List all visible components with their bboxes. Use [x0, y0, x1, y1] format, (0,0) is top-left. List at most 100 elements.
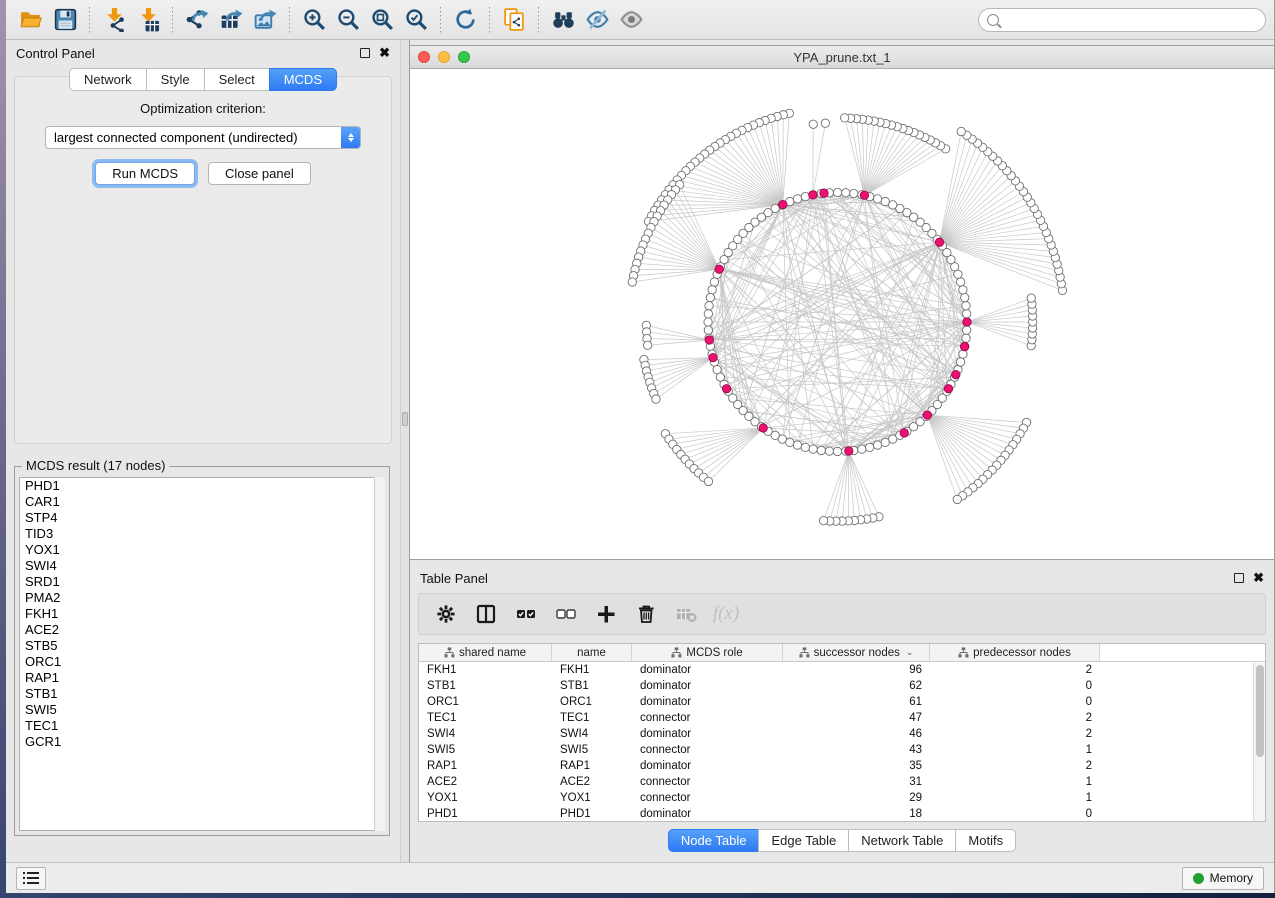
hide-selected-button[interactable] — [580, 4, 614, 36]
table-row[interactable]: ACE2ACE2connector311 — [419, 774, 1265, 790]
search-box[interactable] — [978, 8, 1266, 32]
save-session-button[interactable] — [48, 4, 82, 36]
select-all-button[interactable] — [513, 601, 539, 627]
cell-name: RAP1 — [552, 758, 632, 774]
table-row[interactable]: ORC1ORC1dominator610 — [419, 694, 1265, 710]
mcds-result-item[interactable]: STP4 — [20, 510, 384, 526]
show-columns-button[interactable] — [473, 601, 499, 627]
column-header-role[interactable]: MCDS role — [632, 644, 783, 661]
mcds-list-scrollbar[interactable] — [374, 477, 385, 831]
table-panel-titlebar: Table Panel ✖ — [410, 565, 1274, 591]
import-network-button[interactable] — [97, 4, 131, 36]
mcds-result-item[interactable]: YOX1 — [20, 542, 384, 558]
tab-select[interactable]: Select — [204, 68, 269, 91]
delete-column-button[interactable] — [633, 601, 659, 627]
optimization-criterion-select[interactable]: largest connected component (undirected) — [45, 126, 361, 149]
column-header-name[interactable]: name — [552, 644, 632, 661]
mcds-result-item[interactable]: GCR1 — [20, 734, 384, 750]
new-network-from-selection-button[interactable] — [497, 4, 531, 36]
export-network-button[interactable] — [180, 4, 214, 36]
mcds-result-item[interactable]: SWI5 — [20, 702, 384, 718]
search-input[interactable] — [1004, 13, 1257, 27]
table-scrollbar-thumb[interactable] — [1256, 665, 1264, 757]
mcds-result-group: MCDS result (17 nodes) PHD1CAR1STP4TID3Y… — [14, 460, 390, 836]
cell-successors: 43 — [783, 742, 930, 758]
cell-predecessors: 1 — [930, 742, 1100, 758]
export-table-button[interactable] — [214, 4, 248, 36]
deselect-all-button[interactable] — [553, 601, 579, 627]
zoom-fit-button[interactable] — [365, 4, 399, 36]
cell-role: connector — [632, 774, 783, 790]
mcds-result-item[interactable]: RAP1 — [20, 670, 384, 686]
create-column-button[interactable] — [593, 601, 619, 627]
table-row[interactable]: SWI5SWI5connector431 — [419, 742, 1265, 758]
mcds-result-item[interactable]: PHD1 — [20, 478, 384, 494]
reload-button[interactable] — [448, 4, 482, 36]
tab-network[interactable]: Network — [69, 68, 146, 91]
vertical-splitter[interactable] — [400, 40, 410, 862]
cell-successors: 47 — [783, 710, 930, 726]
float-panel-icon[interactable] — [360, 48, 370, 58]
optimization-criterion-label: Optimization criterion: — [15, 101, 391, 116]
mcds-result-item[interactable]: FKH1 — [20, 606, 384, 622]
column-header-successors[interactable]: successor nodes⌄ — [783, 644, 930, 661]
mcds-result-item[interactable]: CAR1 — [20, 494, 384, 510]
function-builder-button: f(x) — [713, 601, 739, 627]
cell-name: PHD1 — [552, 806, 632, 822]
mcds-result-item[interactable]: SRD1 — [20, 574, 384, 590]
network-window-titlebar: YPA_prune.txt_1 — [410, 46, 1274, 69]
open-file-button[interactable] — [14, 4, 48, 36]
table-row[interactable]: TEC1TEC1connector472 — [419, 710, 1265, 726]
cell-role: dominator — [632, 678, 783, 694]
close-table-panel-icon[interactable]: ✖ — [1253, 573, 1264, 583]
table-row[interactable]: FKH1FKH1dominator962 — [419, 662, 1265, 678]
zoom-out-button[interactable] — [331, 4, 365, 36]
network-canvas[interactable] — [410, 69, 1274, 559]
tab-motifs[interactable]: Motifs — [955, 829, 1016, 852]
zoom-selected-button[interactable] — [399, 4, 433, 36]
mcds-result-item[interactable]: TID3 — [20, 526, 384, 542]
mcds-result-item[interactable]: TEC1 — [20, 718, 384, 734]
memory-button[interactable]: Memory — [1182, 867, 1264, 890]
table-row[interactable]: STB1STB1dominator620 — [419, 678, 1265, 694]
table-scrollbar[interactable] — [1253, 663, 1265, 821]
tab-edge-table[interactable]: Edge Table — [758, 829, 848, 852]
zoom-in-button[interactable] — [297, 4, 331, 36]
zoom-in-icon — [302, 7, 327, 32]
mcds-result-item[interactable]: SWI4 — [20, 558, 384, 574]
task-history-button[interactable] — [16, 867, 46, 890]
select-all-icon — [515, 603, 537, 625]
export-image-button[interactable] — [248, 4, 282, 36]
splitter-grip[interactable] — [402, 412, 408, 426]
tab-network-table[interactable]: Network Table — [848, 829, 955, 852]
tab-node-table[interactable]: Node Table — [668, 829, 759, 852]
first-neighbors-button[interactable] — [546, 4, 580, 36]
table-row[interactable]: YOX1YOX1connector291 — [419, 790, 1265, 806]
reload-icon — [453, 7, 478, 32]
run-mcds-button[interactable]: Run MCDS — [95, 162, 195, 185]
tab-mcds[interactable]: MCDS — [269, 68, 337, 91]
control-panel-title: Control Panel — [16, 46, 95, 61]
tab-style[interactable]: Style — [146, 68, 204, 91]
column-header-predecessors[interactable]: predecessor nodes — [930, 644, 1100, 661]
import-table-button[interactable] — [131, 4, 165, 36]
mcds-result-item[interactable]: STB5 — [20, 638, 384, 654]
mcds-result-item[interactable]: STB1 — [20, 686, 384, 702]
close-panel-button[interactable]: Close panel — [208, 162, 311, 185]
table-row[interactable]: PHD1PHD1dominator180 — [419, 806, 1265, 822]
hierarchy-icon — [671, 647, 682, 658]
mcds-result-item[interactable]: ORC1 — [20, 654, 384, 670]
column-header-shared_name[interactable]: shared name — [419, 644, 552, 661]
mcds-result-item[interactable]: ACE2 — [20, 622, 384, 638]
mcds-result-item[interactable]: PMA2 — [20, 590, 384, 606]
close-panel-icon[interactable]: ✖ — [379, 48, 390, 58]
gear-button[interactable] — [433, 601, 459, 627]
mcds-result-list[interactable]: PHD1CAR1STP4TID3YOX1SWI4SRD1PMA2FKH1ACE2… — [19, 477, 385, 831]
float-table-panel-icon[interactable] — [1234, 573, 1244, 583]
network-window-title: YPA_prune.txt_1 — [410, 50, 1274, 65]
cell-shared_name: PHD1 — [419, 806, 552, 822]
table-row[interactable]: SWI4SWI4dominator462 — [419, 726, 1265, 742]
table-row[interactable]: RAP1RAP1dominator352 — [419, 758, 1265, 774]
status-bar: Memory — [6, 862, 1274, 893]
save-session-icon — [53, 7, 78, 32]
